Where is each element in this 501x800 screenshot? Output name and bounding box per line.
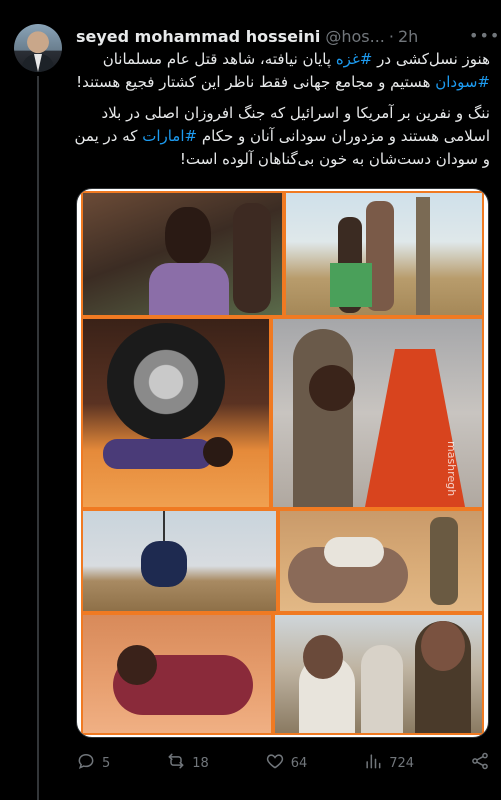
collage-photo-3 xyxy=(83,319,269,507)
separator-dot: · xyxy=(388,26,394,46)
collage-photo-6 xyxy=(280,511,482,611)
tweet[interactable]: seyed mohammad hosseini @hos... · 2h •••… xyxy=(0,0,501,800)
thread-line xyxy=(37,76,39,800)
tweet-text: هنوز نسل‌کشی در #غزه پایان نیافته، شاهد … xyxy=(74,48,490,179)
author-handle[interactable]: @hos... xyxy=(325,27,385,46)
collage-photo-2 xyxy=(286,193,482,315)
more-icon[interactable]: ••• xyxy=(469,26,499,46)
like-button[interactable]: 64 xyxy=(265,751,308,775)
tweet-text-segment: هنوز نسل‌کشی در xyxy=(372,50,490,68)
share-button[interactable] xyxy=(470,751,490,775)
watermark: mashregh xyxy=(445,441,458,497)
collage-photo-5 xyxy=(83,511,276,611)
tweet-text-segment: هستیم و مجامع جهانی فقط ناظر این کشتار ف… xyxy=(76,73,436,91)
hashtag-link[interactable]: #سودان xyxy=(435,73,490,91)
share-icon xyxy=(470,751,490,775)
repost-icon xyxy=(166,751,186,775)
timestamp[interactable]: 2h xyxy=(398,27,418,46)
hashtag-link[interactable]: #غزه xyxy=(336,50,373,68)
tweet-paragraph-2: ننگ و نفرین بر آمریکا و اسرائیل که جنگ ا… xyxy=(74,102,490,171)
tweet-text-segment: پایان نیافته، شاهد قتل عام مسلمانان xyxy=(102,50,336,68)
reply-icon xyxy=(76,751,96,775)
media-image[interactable]: mashregh xyxy=(76,188,489,738)
avatar[interactable] xyxy=(14,24,62,72)
repost-button[interactable]: 18 xyxy=(166,751,209,775)
tweet-paragraph-1: هنوز نسل‌کشی در #غزه پایان نیافته، شاهد … xyxy=(74,48,490,94)
like-count: 64 xyxy=(290,755,308,771)
views-button[interactable]: 724 xyxy=(363,751,414,775)
hashtag-link[interactable]: #امارات xyxy=(142,127,197,145)
tweet-header: seyed mohammad hosseini @hos... · 2h xyxy=(76,26,418,46)
views-count: 724 xyxy=(389,755,415,771)
reply-button[interactable]: 5 xyxy=(76,751,110,775)
collage-photo-7 xyxy=(83,615,271,733)
collage-photo-1 xyxy=(83,193,282,315)
views-icon xyxy=(363,751,383,775)
like-icon xyxy=(265,751,285,775)
action-bar: 5 18 64 724 xyxy=(76,750,490,776)
reply-count: 5 xyxy=(102,755,111,771)
author-name[interactable]: seyed mohammad hosseini xyxy=(76,27,320,46)
collage-photo-8 xyxy=(275,615,482,733)
photo-collage xyxy=(81,191,484,735)
repost-count: 18 xyxy=(192,755,209,771)
